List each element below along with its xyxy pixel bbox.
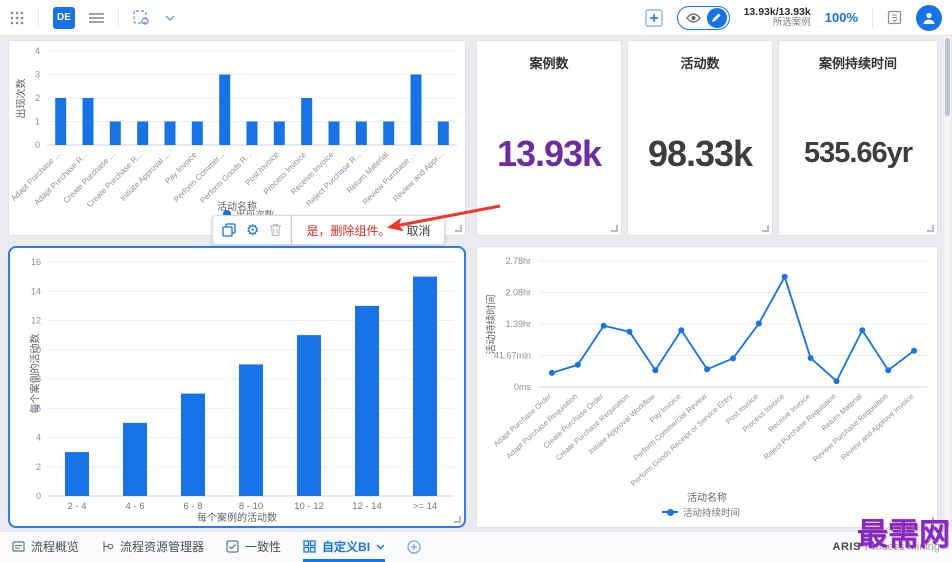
- kpi-title: 活动数: [680, 56, 720, 71]
- widget-kpi-activity-count[interactable]: 活动数 98.33k: [627, 40, 773, 236]
- app-window: DE 13.93k/13.93k 所选案例 100% 出现次数 0 1 2 3 …: [0, 0, 952, 562]
- view-edit-toggle[interactable]: [676, 5, 730, 30]
- widget-activities-per-case-selected[interactable]: 每个案例的活动数 0 2 4 6 8 10 12 14 16 2 - 44 - 66 - 88 -…: [8, 246, 466, 528]
- svg-text:0: 0: [35, 140, 40, 150]
- add-sheet-button[interactable]: [407, 532, 421, 562]
- plus-circle-icon: [407, 539, 421, 554]
- sheet-tabbar: 流程概览 流程资源管理器 一致性 自定义BI ARIS Process Mini…: [0, 531, 952, 562]
- tab-label: 一致性: [245, 540, 282, 554]
- resize-handle[interactable]: [455, 225, 462, 232]
- widget-toolbar-popup: ⚙ 是，删除组件。 取消: [212, 215, 446, 245]
- tab-conformance[interactable]: 一致性: [226, 532, 281, 562]
- divider: [118, 7, 119, 28]
- cases-label: 所选案例: [772, 17, 811, 29]
- svg-text:1: 1: [35, 117, 40, 127]
- svg-text:2.78hr: 2.78hr: [505, 256, 531, 266]
- tab-process-overview[interactable]: 流程概览: [12, 532, 79, 562]
- svg-text:6: 6: [36, 403, 41, 413]
- resize-handle[interactable]: [762, 225, 769, 232]
- svg-text:Review and Appr...: Review and Appr...: [391, 150, 445, 204]
- svg-text:2: 2: [35, 93, 40, 103]
- svg-text:4: 4: [35, 46, 40, 56]
- vertical-scrollbar[interactable]: ▼: [944, 36, 951, 531]
- widget-toolbar: ⚙: [212, 215, 293, 245]
- top-toolbar: DE 13.93k/13.93k 所选案例 100%: [0, 0, 952, 36]
- kpi-value: 13.93k: [496, 132, 602, 174]
- scrollbar-thumb[interactable]: [945, 38, 950, 116]
- tab-label: 流程资源管理器: [120, 540, 205, 554]
- dashboard-canvas: 出现次数 0 1 2 3 4 Adapt Purchase ... Adapt Purcha…: [0, 36, 952, 531]
- legend-label: 活动持续时间: [683, 508, 741, 519]
- conformance-icon: [226, 540, 239, 553]
- svg-text:14: 14: [31, 286, 41, 296]
- edit-mode-button[interactable]: [706, 7, 727, 28]
- svg-text:2: 2: [36, 462, 41, 472]
- app-launcher-icon[interactable]: [10, 11, 24, 25]
- svg-text:2.08hr: 2.08hr: [505, 288, 531, 298]
- custom-bi-icon: [303, 540, 316, 553]
- legend-line-marker-icon: [662, 508, 678, 516]
- svg-text:0ms: 0ms: [514, 382, 532, 392]
- resize-handle[interactable]: [454, 516, 461, 523]
- tab-label: 自定义BI: [322, 540, 371, 554]
- widget-kpi-case-count[interactable]: 案例数 13.93k: [476, 40, 622, 236]
- confirm-delete-button[interactable]: 是，删除组件。: [306, 222, 390, 239]
- svg-text:16: 16: [31, 257, 41, 267]
- selection-percent: 100%: [824, 10, 858, 25]
- resize-handle[interactable]: [927, 225, 934, 232]
- report-icon[interactable]: [887, 10, 902, 25]
- x-axis-title: 活动名称: [687, 493, 727, 504]
- tab-process-explorer[interactable]: 流程资源管理器: [101, 532, 204, 562]
- menu-icon[interactable]: [89, 12, 104, 24]
- svg-text:3: 3: [35, 70, 40, 80]
- svg-text:Perform Commer...: Perform Commer...: [172, 150, 226, 204]
- watermark: 最需网: [857, 517, 950, 552]
- project-badge[interactable]: DE: [53, 6, 75, 29]
- add-widget-icon[interactable]: [644, 8, 663, 27]
- kpi-value: 98.33k: [647, 132, 753, 174]
- tab-custom-bi[interactable]: 自定义BI: [303, 532, 386, 562]
- explorer-icon: [103, 541, 114, 552]
- x-axis-title: 每个案例的活动数: [197, 513, 277, 524]
- chevron-down-icon[interactable]: [165, 14, 175, 21]
- widget-activity-occurrences[interactable]: 出现次数 0 1 2 3 4 Adapt Purchase ... Adapt Purcha…: [8, 40, 466, 236]
- kpi-value: 535.66yr: [803, 137, 913, 169]
- svg-text:Adapt Purchase ...: Adapt Purchase ...: [9, 150, 62, 203]
- divider: [38, 7, 39, 28]
- svg-text:Create Purchase ...: Create Purchase ...: [62, 150, 117, 205]
- widget-activity-duration[interactable]: 活动持续时间 0ms 41.67min 1.39hr 2.08hr 2.78hr Adap…: [476, 246, 938, 528]
- delete-confirmation: 是，删除组件。 取消: [292, 215, 446, 245]
- svg-text:12: 12: [31, 316, 41, 326]
- widget-kpi-case-duration[interactable]: 案例持续时间 535.66yr: [778, 40, 938, 236]
- duration-line-chart: 0ms41.67min1.39hr2.08hr2.78hrAdapt Purch…: [492, 256, 927, 488]
- chart-legend: 活动持续时间: [662, 505, 740, 519]
- user-avatar[interactable]: [916, 4, 942, 31]
- svg-text:Initiate Approval ...: Initiate Approval ...: [119, 150, 172, 203]
- svg-text:8: 8: [36, 374, 41, 384]
- selected-cases-stats: 13.93k/13.93k 所选案例: [744, 6, 811, 29]
- delete-trash-icon[interactable]: [269, 223, 282, 237]
- kpi-title: 案例持续时间: [818, 56, 897, 71]
- tab-label: 流程概览: [31, 540, 80, 554]
- chevron-down-icon: [376, 544, 385, 549]
- selection-settings-icon[interactable]: [133, 9, 151, 26]
- svg-text:41.67min: 41.67min: [494, 351, 531, 361]
- svg-text:Perform Goods R...: Perform Goods R...: [198, 150, 253, 205]
- resize-handle[interactable]: [611, 225, 618, 232]
- histogram-bar-chart: 02468101214162 - 44 - 66 - 88 - 10 10 - 1…: [31, 257, 454, 512]
- kpi-title: 案例数: [529, 56, 569, 71]
- divider: [872, 7, 873, 28]
- svg-text:0: 0: [36, 491, 41, 501]
- svg-text:10: 10: [31, 345, 41, 355]
- eye-icon[interactable]: [685, 12, 701, 23]
- svg-text:4: 4: [36, 433, 41, 443]
- overview-icon: [12, 541, 25, 552]
- copy-icon[interactable]: [222, 223, 236, 237]
- svg-text:1.39hr: 1.39hr: [505, 319, 531, 329]
- cancel-button[interactable]: 取消: [406, 222, 430, 239]
- settings-gear-icon[interactable]: ⚙: [246, 223, 259, 238]
